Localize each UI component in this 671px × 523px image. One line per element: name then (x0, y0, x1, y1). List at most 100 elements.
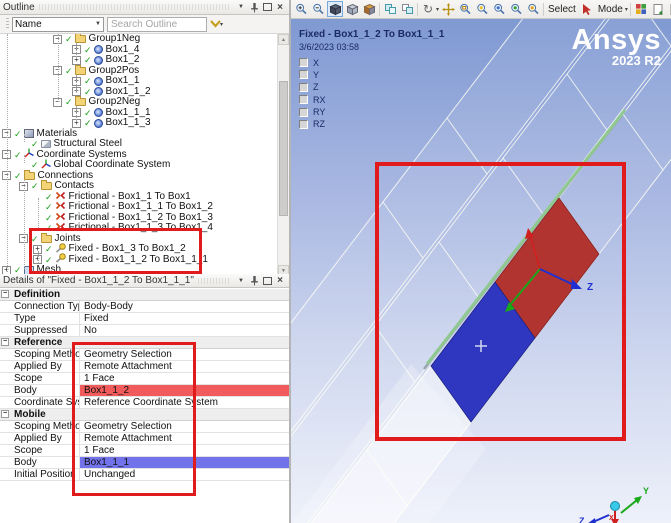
viewports-icon[interactable] (633, 1, 649, 17)
close-icon[interactable]: × (274, 275, 286, 286)
materials-icon (23, 129, 34, 139)
tree-item-box1-4[interactable]: + ✓ Box1_4 (0, 44, 289, 56)
name-filter-value: Name (15, 18, 42, 30)
details-row[interactable]: Type Fixed (0, 313, 289, 325)
details-section-definition[interactable]: − Definition (0, 289, 289, 301)
global-triad[interactable]: X Y Z (579, 486, 649, 523)
global-y-label: Y (643, 486, 649, 496)
search-input[interactable] (107, 16, 207, 32)
legend-item-rz: RZ (299, 119, 326, 129)
scroll-up-icon[interactable]: ▲ (278, 34, 289, 45)
zoom-in-icon[interactable] (293, 1, 309, 17)
annotation-rect-details (72, 342, 196, 496)
close-icon[interactable]: × (274, 2, 286, 13)
filter-options-icon[interactable]: ▾ (210, 20, 223, 28)
zoom-extents-icon[interactable] (525, 1, 541, 17)
material-icon (40, 140, 51, 149)
zoom-mode-icon[interactable] (474, 1, 490, 17)
shaded-exterior-icon[interactable] (327, 1, 343, 17)
folder-icon (74, 34, 86, 44)
image-capture-icon[interactable] (650, 1, 666, 17)
image-export-icon[interactable] (667, 1, 671, 17)
tree-item-global-coordinate-system[interactable]: ✓ Global Coordinate System (0, 159, 289, 171)
details-row[interactable]: Connection TypeBody-Body (0, 301, 289, 313)
ansys-mechanical-window: Outline ▼ × Name ▼ ▾ (0, 0, 671, 523)
maximize-icon[interactable] (261, 275, 273, 286)
wireframe-cube-icon[interactable] (344, 1, 360, 17)
triad-origin-ball (610, 501, 620, 511)
check-icon: ✓ (45, 202, 53, 212)
duplicate-icon[interactable] (382, 1, 398, 17)
dof-legend: X Y Z RX RY RZ (299, 58, 326, 132)
outline-panel-header: Outline ▼ × (0, 0, 289, 15)
section-collapse-icon[interactable]: − (1, 290, 9, 298)
legend-item-y: Y (299, 70, 326, 80)
duplicate-alt-icon[interactable] (399, 1, 415, 17)
name-filter-dropdown[interactable]: Name ▼ (12, 16, 104, 32)
viewport-timestamp: 3/6/2023 03:58 (299, 42, 360, 52)
pin-icon[interactable] (248, 275, 260, 286)
pan-icon[interactable] (440, 1, 456, 17)
tree-item-group2pos[interactable]: − ✓ Group2Pos (0, 64, 289, 77)
tree-connector (24, 155, 25, 163)
chevron-down-icon[interactable]: ▾ (625, 6, 628, 13)
section-collapse-icon[interactable]: − (1, 410, 9, 418)
select-label[interactable]: Select (546, 4, 578, 15)
check-icon: ✓ (84, 44, 92, 55)
magnify-area-icon[interactable] (508, 1, 524, 17)
chevron-down-icon[interactable]: ▾ (436, 6, 439, 13)
body-icon (93, 76, 103, 86)
tree-connector (76, 75, 77, 91)
tree-item-materials[interactable]: − ✓ Materials (0, 128, 289, 140)
dof-checkbox[interactable] (299, 107, 308, 117)
tree-item-box1-1[interactable]: + ✓ Box1_1 (0, 75, 289, 87)
tree-connector (58, 34, 59, 102)
body-icon (93, 45, 103, 55)
tree-connector (7, 34, 8, 272)
toolbar-grip[interactable] (6, 18, 9, 30)
check-icon: ✓ (65, 34, 73, 44)
annotation-rect-joints (29, 228, 202, 274)
check-icon: ✓ (84, 118, 92, 128)
tree-item-structural-steel[interactable]: ✓ Structural Steel (0, 138, 289, 150)
dof-checkbox[interactable] (299, 95, 308, 105)
outline-panel-title: Outline (3, 1, 35, 13)
dof-checkbox[interactable] (299, 82, 308, 92)
panel-menu-dropdown-icon[interactable]: ▼ (235, 275, 247, 286)
body-icon (93, 87, 103, 97)
section-plane-cube-icon[interactable] (361, 1, 377, 17)
dof-checkbox[interactable] (299, 70, 308, 80)
details-row[interactable]: Suppressed No (0, 325, 289, 337)
tree-item-group2neg[interactable]: − ✓ Group2Neg (0, 96, 289, 108)
pin-icon[interactable] (248, 2, 260, 13)
tree-item-contacts[interactable]: − ✓ Contacts (0, 180, 289, 192)
annotation-rect-viewport (375, 162, 626, 441)
tree-item-box1-1-2[interactable]: + ✓ Box1_1_2 (0, 86, 289, 98)
tree-connector (76, 106, 77, 122)
tree-item-frictional-2[interactable]: ✓ Frictional - Box1_1_1 To Box1_2 (0, 201, 289, 213)
global-z-label: Z (579, 516, 585, 523)
tree-item-box1-2[interactable]: + ✓ Box1_2 (0, 54, 289, 66)
dof-checkbox[interactable] (299, 58, 308, 67)
check-icon: ✓ (65, 97, 73, 107)
scrollbar-thumb[interactable] (279, 81, 288, 216)
connections-folder-icon (23, 169, 35, 180)
global-x-label: X (609, 515, 614, 522)
check-icon: ✓ (65, 65, 73, 76)
section-collapse-icon[interactable]: − (1, 338, 9, 346)
legend-item-x: X (299, 58, 326, 68)
zoom-out-icon[interactable] (310, 1, 326, 17)
maximize-icon[interactable] (261, 2, 273, 13)
zoom-fit-icon[interactable] (491, 1, 507, 17)
rotate-icon[interactable]: ↻ (420, 1, 436, 17)
tree-connector (24, 177, 25, 269)
mode-label[interactable]: Mode (596, 4, 625, 15)
tree-item-group1neg[interactable]: − ✓ Group1Neg (0, 34, 289, 45)
panel-menu-dropdown-icon[interactable]: ▼ (235, 2, 247, 13)
tree-scrollbar[interactable]: ▲ ▼ (277, 34, 289, 276)
tree-connector (24, 134, 25, 142)
dof-checkbox[interactable] (299, 119, 308, 129)
tree-item-box1-1-3[interactable]: + ✓ Box1_1_3 (0, 117, 289, 129)
select-cursor-icon[interactable] (579, 1, 595, 17)
box-zoom-icon[interactable] (457, 1, 473, 17)
